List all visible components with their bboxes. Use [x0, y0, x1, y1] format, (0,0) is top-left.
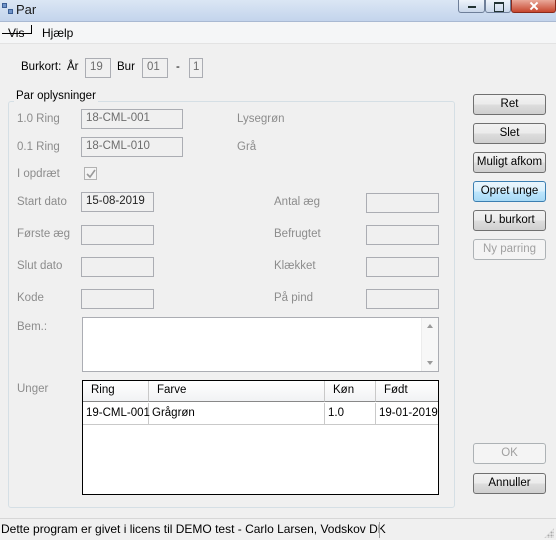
menu-bar: Vis Hjælp — [0, 22, 556, 44]
menu-focus-mark-tick — [31, 25, 32, 34]
title-bar: Par — [0, 0, 556, 22]
scroll-up-arrow-icon[interactable] — [427, 324, 433, 328]
par-info-group-title: Par oplysninger — [14, 90, 98, 102]
maximize-button[interactable] — [485, 0, 511, 13]
burkort-label: Burkort: — [21, 61, 62, 73]
table-cell-ring[interactable]: 19-CML-001 — [83, 403, 150, 425]
app-icon — [2, 3, 14, 15]
young-table[interactable]: Ring Farve Køn Født 19-CML-001 Grågrøn 1… — [82, 380, 439, 495]
cage-field[interactable]: 01 — [142, 58, 168, 78]
ny-parring-button[interactable]: Ny parring — [473, 239, 546, 260]
muligt-afkom-button[interactable]: Muligt afkom — [473, 152, 546, 173]
status-bar: Dette program er givet i licens til DEMO… — [0, 518, 556, 540]
end-date-field[interactable] — [81, 257, 154, 277]
slet-button[interactable]: Slet — [473, 123, 546, 144]
end-date-label: Slut dato — [17, 260, 63, 272]
year-label: År — [67, 61, 79, 73]
start-date-label: Start dato — [17, 196, 67, 208]
first-egg-label: Første æg — [17, 228, 71, 240]
status-text: Dette program er givet i licens til DEMO… — [1, 522, 386, 536]
ret-button[interactable]: Ret — [473, 94, 546, 115]
code-field[interactable] — [81, 289, 154, 309]
ring01-label: 0.1 Ring — [17, 141, 60, 153]
egg-count-field[interactable] — [366, 193, 439, 213]
minimize-button[interactable] — [458, 0, 485, 13]
column-header-ring[interactable]: Ring — [83, 381, 149, 402]
egg-count-label: Antal æg — [274, 196, 321, 208]
close-button[interactable] — [511, 0, 556, 13]
remarks-textarea[interactable] — [82, 317, 439, 372]
start-date-field[interactable]: 15-08-2019 — [81, 192, 154, 212]
column-header-farve[interactable]: Farve — [149, 381, 325, 402]
hatched-field[interactable] — [366, 257, 439, 277]
ring01-color: Grå — [237, 141, 257, 153]
opret-unge-button[interactable]: Opret unge — [473, 181, 546, 202]
annuller-button[interactable]: Annuller — [473, 473, 546, 494]
fertilized-field[interactable] — [366, 225, 439, 245]
ok-button[interactable]: OK — [473, 443, 546, 464]
code-label: Kode — [17, 292, 44, 304]
window-title: Par — [16, 2, 37, 17]
table-cell-fodt[interactable]: 19-01-2019 — [376, 403, 438, 425]
in-breeding-checkbox[interactable] — [84, 167, 97, 180]
burkort-separator: - — [176, 61, 180, 73]
remarks-scrollbar[interactable] — [421, 318, 438, 371]
ring10-label: 1.0 Ring — [17, 113, 60, 125]
status-separator — [379, 522, 380, 538]
fertilized-label: Befrugtet — [274, 228, 321, 240]
on-perch-label: På pind — [274, 292, 314, 304]
table-cell-kon[interactable]: 1.0 — [325, 403, 376, 425]
in-breeding-label: I opdræt — [17, 168, 60, 180]
table-cell-farve[interactable]: Grågrøn — [149, 403, 325, 425]
ring10-field[interactable]: 18-CML-001 — [81, 109, 183, 129]
scroll-down-arrow-icon[interactable] — [427, 361, 433, 365]
menu-hjaelp[interactable]: Hjælp — [42, 26, 73, 40]
u-burkort-button[interactable]: U. burkort — [473, 210, 546, 231]
menu-vis[interactable]: Vis — [8, 26, 24, 40]
column-header-fodt[interactable]: Født — [376, 381, 438, 402]
on-perch-field[interactable] — [366, 289, 439, 309]
hatched-label: Klækket — [274, 260, 316, 272]
year-field[interactable]: 19 — [85, 58, 111, 78]
cage-label: Bur — [117, 61, 135, 73]
size-grip-icon[interactable] — [544, 528, 554, 538]
ring01-field[interactable]: 18-CML-010 — [81, 137, 183, 157]
burkort-number-field[interactable]: 1 — [189, 58, 203, 78]
column-header-kon[interactable]: Køn — [325, 381, 376, 402]
remarks-label: Bem.: — [17, 321, 48, 333]
first-egg-field[interactable] — [81, 225, 154, 245]
check-icon — [86, 169, 96, 179]
young-label: Unger — [17, 383, 49, 395]
ring10-color: Lysegrøn — [237, 113, 285, 125]
